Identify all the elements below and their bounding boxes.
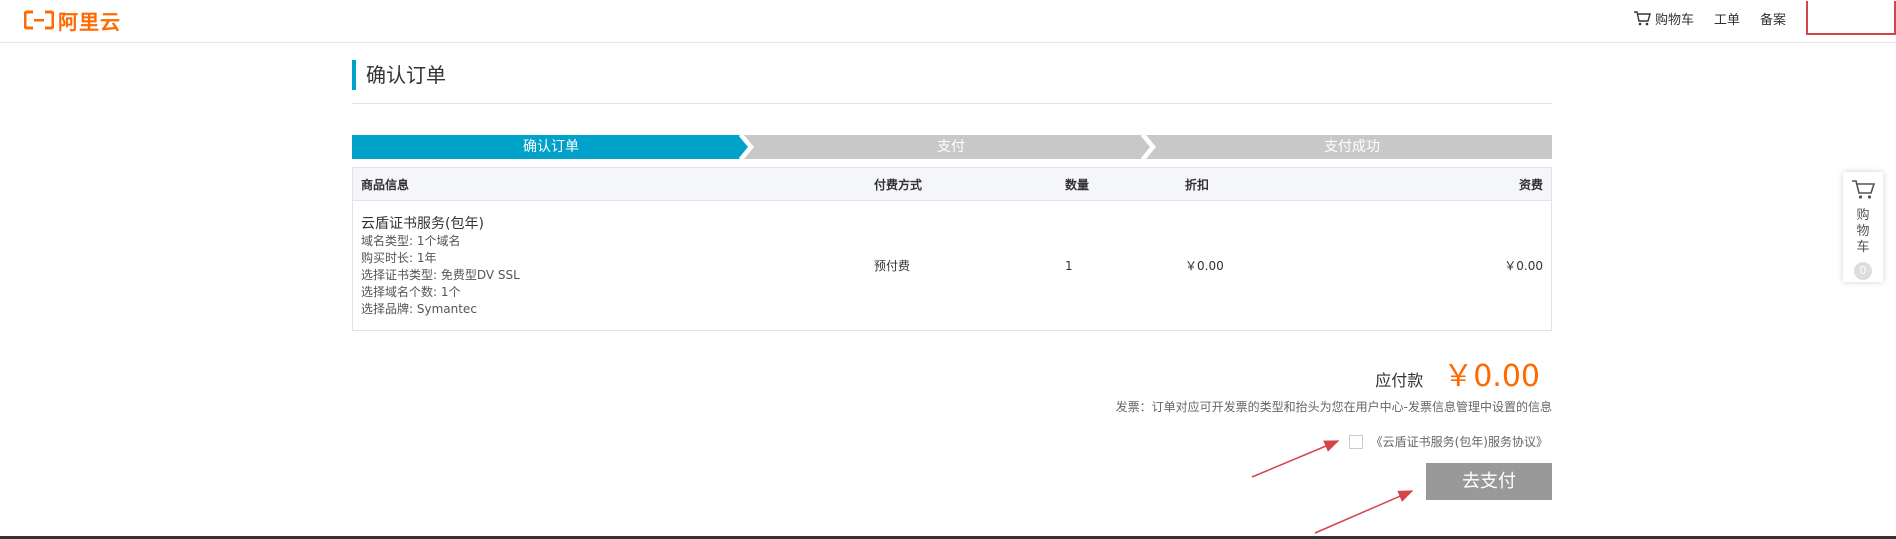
nav-cart-label: 购物车	[1654, 12, 1694, 28]
cart-icon	[1633, 11, 1651, 26]
fee-cell: ￥0.00	[1504, 259, 1543, 273]
order-table: 商品信息 付费方式 数量 折扣 资费 云盾证书服务(包年) 域名类型: 1个域名…	[352, 167, 1552, 331]
table-header-row: 商品信息 付费方式 数量 折扣 资费	[352, 167, 1552, 201]
product-detail: 选择证书类型: 免费型DV SSL	[361, 268, 520, 282]
progress-steps: 确认订单 支付 支付成功	[352, 135, 1552, 159]
product-detail: 购买时长: 1年	[361, 251, 437, 265]
quantity-cell: 1	[1065, 258, 1073, 273]
title-divider	[352, 103, 1552, 104]
nav-filing[interactable]: 备案	[1760, 9, 1786, 28]
invoice-note: 发票：订单对应可开发票的类型和抬头为您在用户中心-发票信息管理中设置的信息	[1115, 400, 1552, 414]
product-detail: 域名类型: 1个域名	[361, 234, 461, 248]
floating-cart-label: 购物车	[1856, 208, 1870, 255]
aliyun-logo[interactable]: 阿里云	[24, 8, 121, 34]
col-quantity: 数量	[1057, 167, 1177, 201]
pay-method-cell: 预付费	[874, 259, 911, 273]
amount-due-row: 应付款 ￥0.00	[1375, 351, 1540, 395]
aliyun-logo-icon	[24, 10, 54, 30]
agreement-link[interactable]: 《云盾证书服务(包年)服务协议》	[1371, 433, 1548, 450]
product-name: 云盾证书服务(包年)	[361, 216, 484, 232]
col-fee: 资费	[1343, 167, 1552, 201]
col-product: 商品信息	[352, 167, 866, 201]
discount-cell: ￥0.00	[1185, 259, 1224, 273]
product-detail: 选择品牌: Symantec	[361, 302, 477, 316]
col-pay-method: 付费方式	[866, 167, 1057, 201]
top-nav: 购物车 工单 备案	[1633, 0, 1896, 36]
amount-due-label: 应付款	[1375, 371, 1424, 390]
step-payment: 支付	[937, 139, 965, 155]
cart-count-badge: 0	[1854, 262, 1872, 280]
cart-icon	[1852, 180, 1876, 199]
nav-cart[interactable]: 购物车	[1633, 9, 1694, 28]
pay-button[interactable]: 去支付	[1426, 463, 1552, 500]
agreement-checkbox[interactable]	[1348, 434, 1363, 449]
main-content: 确认订单 确认订单 支付 支付成功 商品信息 付费方式 数量 折扣 资费 云盾证…	[352, 60, 1552, 531]
step-confirm-order: 确认订单	[523, 139, 579, 155]
agreement-row: 《云盾证书服务(包年)服务协议》	[1348, 433, 1548, 450]
amount-due-value: ￥0.00	[1443, 359, 1540, 394]
nav-ticket[interactable]: 工单	[1714, 9, 1740, 28]
logo-text: 阿里云	[58, 9, 121, 34]
user-account-area[interactable]	[1806, 1, 1896, 35]
step-payment-success: 支付成功	[1324, 139, 1380, 155]
product-detail: 选择域名个数: 1个	[361, 285, 461, 299]
col-discount: 折扣	[1177, 167, 1343, 201]
payment-summary: 应付款 ￥0.00 发票：订单对应可开发票的类型和抬头为您在用户中心-发票信息管…	[352, 331, 1552, 531]
page-title: 确认订单	[352, 60, 1552, 90]
product-info-cell: 云盾证书服务(包年) 域名类型: 1个域名 购买时长: 1年 选择证书类型: 免…	[353, 201, 867, 331]
top-navigation-bar: 阿里云 购物车 工单 备案	[0, 0, 1896, 43]
floating-cart[interactable]: 购物车 0	[1843, 172, 1883, 282]
table-row: 云盾证书服务(包年) 域名类型: 1个域名 购买时长: 1年 选择证书类型: 免…	[353, 201, 1552, 331]
